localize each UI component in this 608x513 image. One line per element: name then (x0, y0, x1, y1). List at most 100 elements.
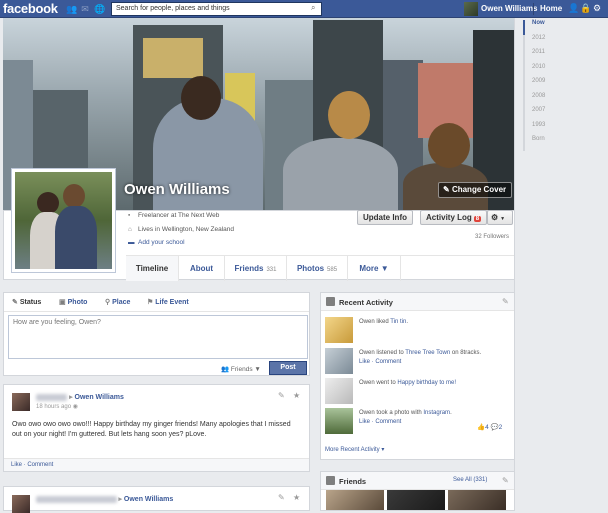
activity-link[interactable]: Happy birthday to me! (397, 380, 456, 386)
like-comment-link[interactable]: Like · Comment (359, 419, 401, 425)
timeline-year-item[interactable]: 1993 (523, 121, 561, 136)
star-icon[interactable]: ★ (293, 391, 300, 400)
comment-icon[interactable]: 💬 (491, 424, 499, 431)
status-composer: ✎ Status ▣ Photo ⚲ Place ⚑ Life Event How ar… (3, 292, 310, 376)
poster-name[interactable]: Bonnie-user Indianoduo (36, 496, 117, 503)
add-school-link[interactable]: ▬ Add your school (128, 239, 185, 246)
pencil-icon[interactable]: ✎ (278, 391, 285, 400)
followers-count[interactable]: 32 Followers (475, 234, 509, 240)
search-icon[interactable]: ⌕ (311, 3, 315, 13)
profile-tabs: Timeline About Friends 331 Photos 585 More… (126, 255, 515, 281)
audience-label: Friends ▼ (230, 366, 261, 373)
timeline-year-born[interactable]: Born (523, 136, 561, 151)
pencil-icon[interactable]: ✎ (502, 476, 509, 485)
like-icon[interactable]: 👍 (477, 424, 485, 431)
composer-tab-life-event[interactable]: ⚑ Life Event (147, 298, 189, 306)
more-recent-activity-link[interactable]: More Recent Activity ▾ (325, 446, 384, 453)
friends-box: Friends See All (331) ✎ (320, 471, 515, 511)
profile-picture[interactable] (11, 168, 116, 273)
gear-icon[interactable]: ⚙ (593, 3, 601, 14)
user-name-link[interactable]: Owen Williams (481, 4, 537, 13)
recent-activity-box: Recent Activity ✎ Owen liked Tin tin. Ow… (320, 292, 515, 460)
composer-tabs: ✎ Status ▣ Photo ⚲ Place ⚑ Life Event (4, 293, 309, 312)
see-all-friends-link[interactable]: See All (331) (453, 477, 487, 483)
activity-thumbnail[interactable] (325, 378, 353, 404)
tab-friends[interactable]: Friends 331 (225, 256, 287, 281)
user-avatar[interactable] (464, 2, 478, 16)
timeline-year-item[interactable]: 2012 (523, 34, 561, 49)
pencil-icon[interactable]: ✎ (502, 297, 509, 306)
notifications-icon[interactable]: 🌐 (94, 4, 105, 14)
composer-tab-place[interactable]: ⚲ Place (105, 298, 130, 306)
activity-link[interactable]: Three Tree Town (405, 350, 450, 356)
avatar[interactable] (12, 495, 30, 513)
find-friends-icon[interactable]: 👤 (568, 3, 579, 14)
search-input[interactable]: Search for people, places and things (111, 2, 322, 16)
friend-thumbnail[interactable] (326, 490, 384, 510)
change-cover-button[interactable]: ✎ Change Cover (438, 182, 512, 198)
tab-label: More ▼ (359, 264, 389, 273)
timeline-year-item[interactable]: 2010 (523, 63, 561, 78)
people-icon: 👥 (221, 366, 231, 373)
tab-more[interactable]: More ▼ (348, 256, 401, 281)
composer-tab-photo[interactable]: ▣ Photo (59, 298, 87, 306)
star-icon[interactable]: ★ (293, 493, 300, 502)
tab-label: Photos (296, 264, 325, 273)
like-count[interactable]: 4 (485, 424, 489, 431)
facebook-logo[interactable]: facebook (3, 1, 58, 16)
activity-link[interactable]: Instagram (423, 410, 450, 416)
like-comment-link[interactable]: Like · Comment (359, 359, 401, 365)
friend-requests-icon[interactable]: 👥 (66, 4, 77, 14)
location-text: Lives in Wellington, New Zealand (138, 226, 234, 233)
friends-box-title[interactable]: Friends (339, 477, 366, 486)
privacy-icon[interactable]: 🔒 (580, 3, 591, 14)
activity-link[interactable]: Tin tin (390, 319, 406, 325)
update-info-button[interactable]: Update Info (357, 210, 413, 225)
settings-dropdown-button[interactable]: ⚙ ▼ (487, 210, 513, 225)
messages-icon[interactable]: ✉ (80, 4, 90, 14)
activity-thumbnail[interactable] (325, 408, 353, 434)
tab-label: About (189, 264, 214, 273)
poster-name[interactable]: Mia Ruda (36, 394, 68, 401)
post-target-name[interactable]: Owen Williams (75, 394, 124, 401)
status-icon: ✎ (12, 299, 18, 306)
composer-tab-status[interactable]: ✎ Status (12, 298, 41, 306)
post-button[interactable]: Post (269, 361, 307, 375)
tab-about[interactable]: About (179, 256, 225, 281)
activity-thumbnail[interactable] (325, 348, 353, 374)
composer-tab-label: Place (112, 299, 131, 306)
chevron-down-icon: ▼ (500, 216, 506, 222)
friend-thumbnail[interactable] (387, 490, 445, 510)
post-header: Bonnie-user Indianoduo ▸ Owen Williams (36, 495, 173, 503)
activity-log-badge: 8 (473, 216, 482, 222)
activity-text-post: on 8tracks. (450, 350, 482, 356)
top-nav-bar: facebook 👥 ✉ 🌐 Search for people, places… (0, 0, 608, 18)
activity-text-pre: Owen listened to (359, 350, 406, 356)
post-actions[interactable]: Like · Comment (4, 458, 309, 471)
timeline-year-item[interactable]: 2009 (523, 78, 561, 93)
post-target-name[interactable]: Owen Williams (124, 496, 173, 503)
timeline-year-now[interactable]: Now (523, 20, 561, 35)
add-school-text[interactable]: Add your school (138, 239, 185, 246)
profile-name[interactable]: Owen Williams (124, 181, 230, 198)
timeline-year-item[interactable]: 2008 (523, 92, 561, 107)
status-input[interactable]: How are you feeling, Owen? (8, 315, 308, 359)
post-time-text[interactable]: 18 hours ago (36, 404, 71, 410)
timeline-year-item[interactable]: 2007 (523, 107, 561, 122)
post-body: Owo owo owo owo owo!!! Happy birthday my… (12, 421, 291, 438)
timeline-post: Bonnie-user Indianoduo ▸ Owen Williams ✎… (3, 486, 310, 513)
comment-count[interactable]: 2 (499, 424, 503, 431)
pencil-icon[interactable]: ✎ (278, 493, 285, 502)
friend-thumbnail[interactable] (448, 490, 506, 510)
arrow-icon: ▸ (69, 394, 73, 401)
recent-activity-header: Recent Activity (321, 293, 514, 311)
home-link[interactable]: Home (540, 4, 562, 13)
timeline-year-item[interactable]: 2011 (523, 49, 561, 64)
post-timestamp[interactable]: 18 hours ago ◉ (36, 403, 78, 410)
audience-selector[interactable]: 👥 Friends ▼ (221, 365, 261, 373)
activity-log-button[interactable]: Activity Log 8 (420, 210, 488, 225)
tab-timeline[interactable]: Timeline (126, 256, 179, 281)
avatar[interactable] (12, 393, 30, 411)
tab-photos[interactable]: Photos 585 (287, 256, 348, 281)
activity-thumbnail[interactable] (325, 317, 353, 343)
